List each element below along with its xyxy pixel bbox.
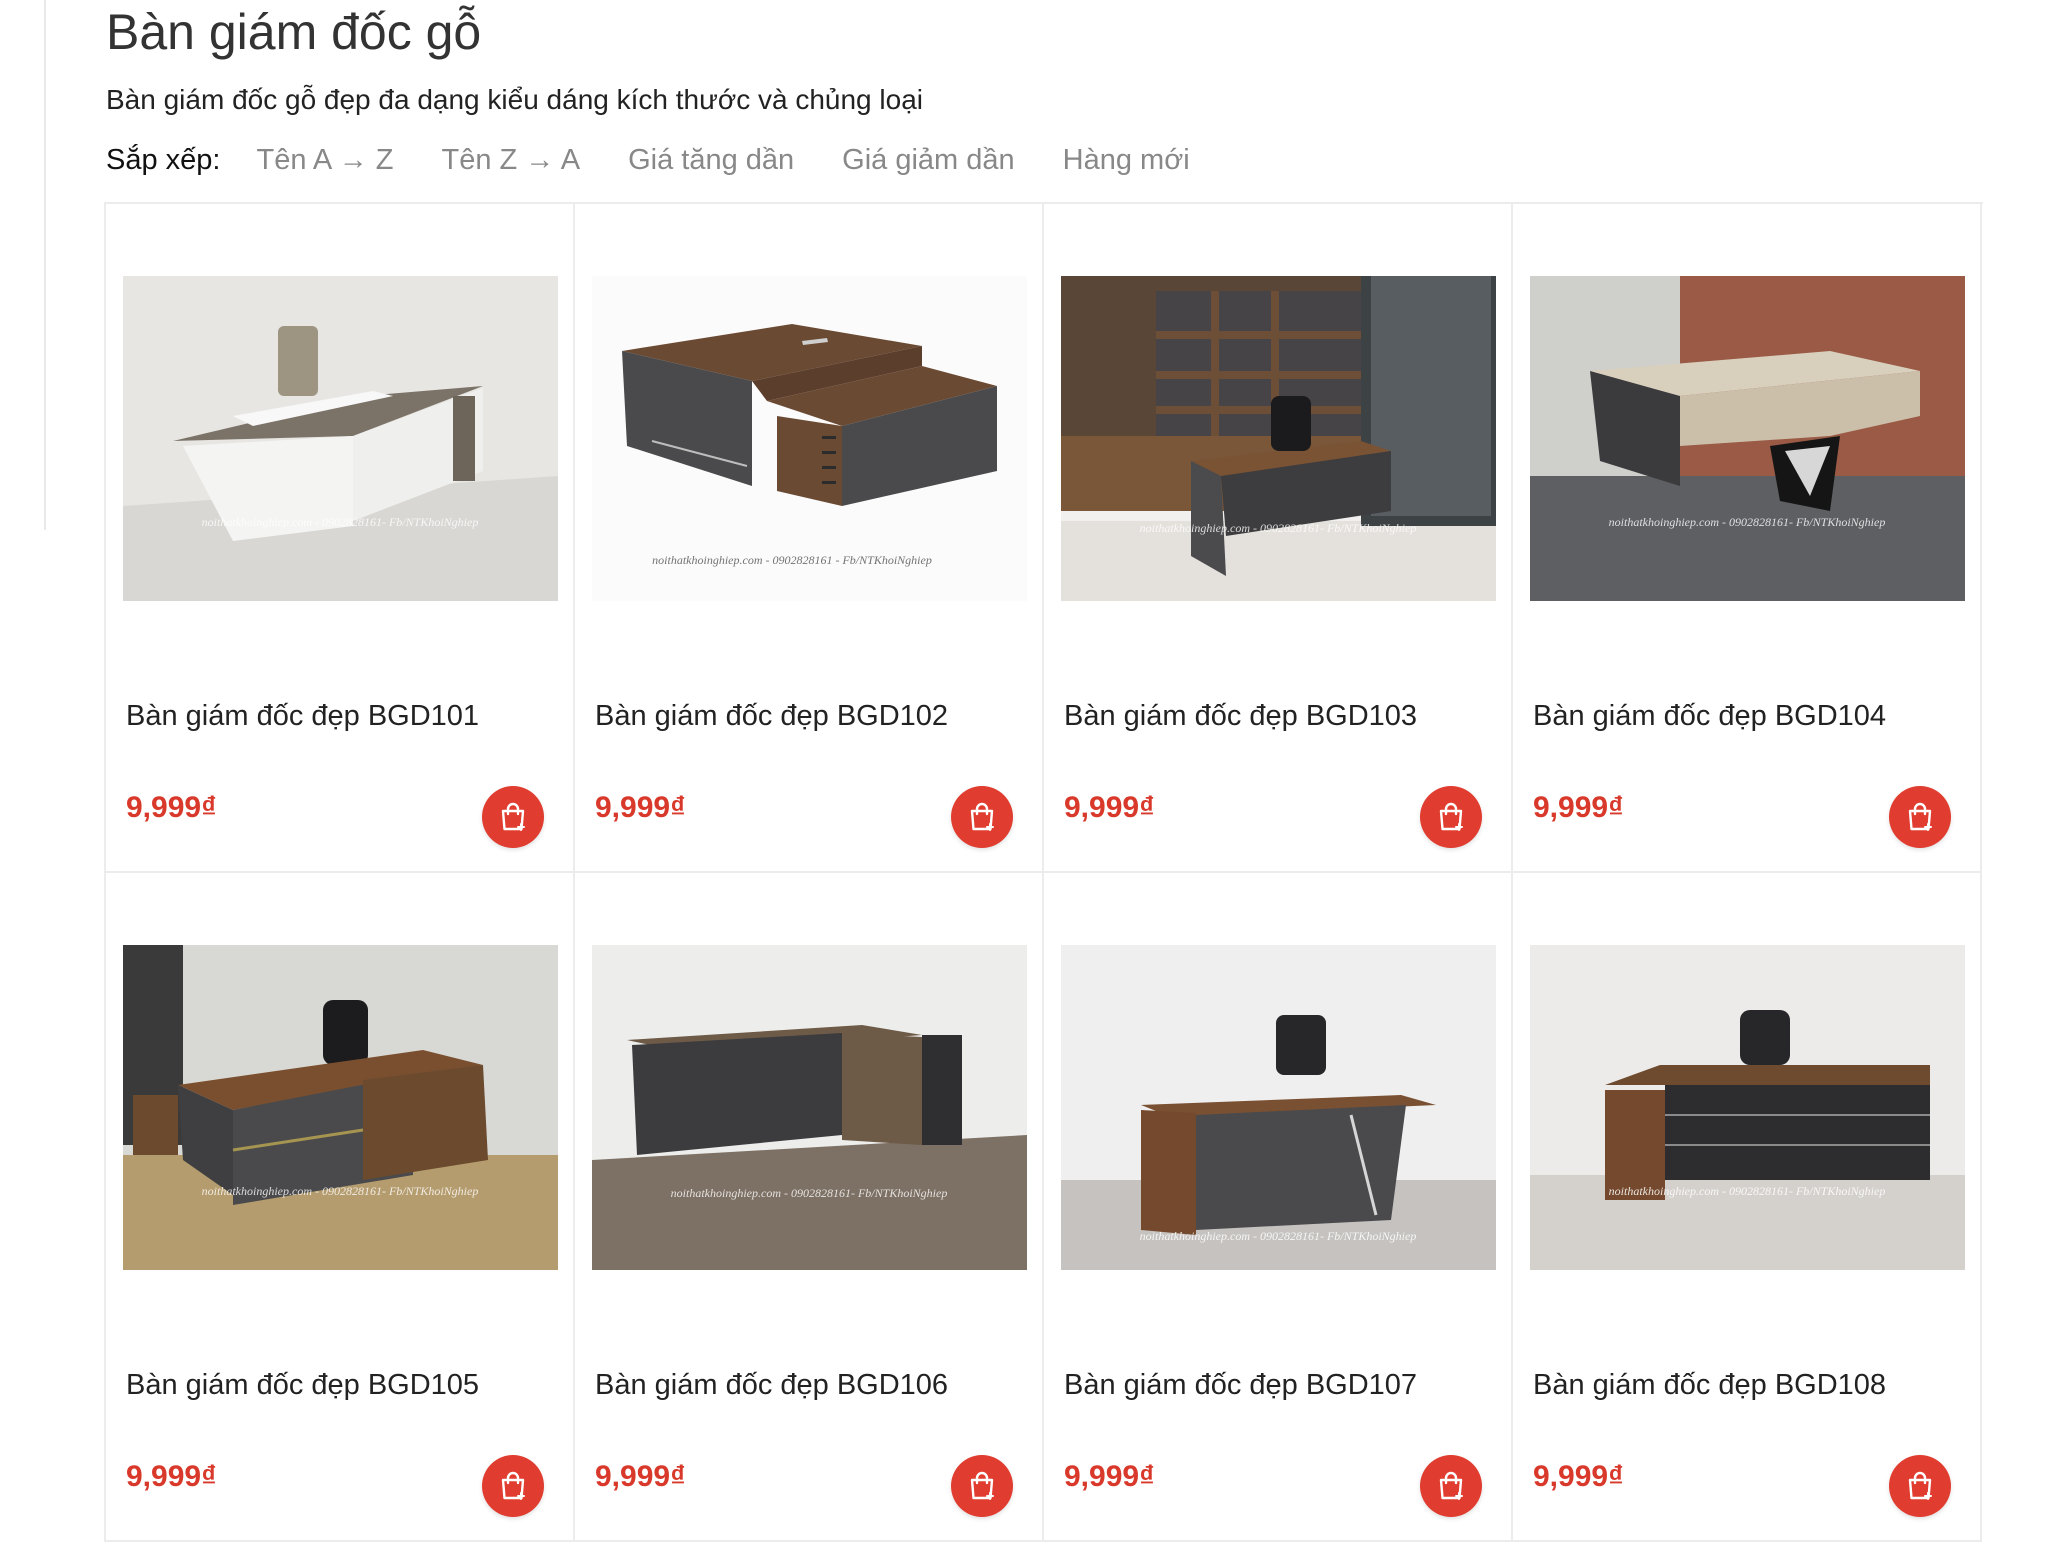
product-grid: noithatkhoinghiep.com - 0902828161- Fb/N… bbox=[104, 202, 1983, 1542]
product-card[interactable]: noithatkhoinghiep.com - 0902828161- Fb/N… bbox=[1044, 873, 1513, 1542]
product-image[interactable]: noithatkhoinghiep.com - 0902828161- Fb/N… bbox=[123, 276, 558, 601]
product-name[interactable]: Bàn giám đốc đẹp BGD101 bbox=[126, 696, 479, 736]
add-to-cart-button[interactable] bbox=[1889, 1455, 1951, 1517]
product-name[interactable]: Bàn giám đốc đẹp BGD105 bbox=[126, 1365, 479, 1405]
product-price: 9,999₫ bbox=[126, 791, 217, 824]
product-price: 9,999₫ bbox=[1064, 1460, 1155, 1493]
image-watermark: noithatkhoinghiep.com - 0902828161- Fb/N… bbox=[202, 515, 479, 529]
sort-price-desc[interactable]: Giá giảm dần bbox=[842, 140, 1015, 180]
shopping-bag-add-icon bbox=[501, 802, 525, 831]
image-watermark: noithatkhoinghiep.com - 0902828161- Fb/N… bbox=[1609, 515, 1886, 529]
product-card[interactable]: noithatkhoinghiep.com - 0902828161- Fb/N… bbox=[106, 204, 575, 873]
sort-bar: Sắp xếp: Tên A → Z Tên Z → A Giá tăng dầ… bbox=[106, 140, 1238, 180]
add-to-cart-button[interactable] bbox=[1889, 786, 1951, 848]
sidebar-divider bbox=[44, 0, 46, 530]
product-image[interactable]: noithatkhoinghiep.com - 0902828161- Fb/N… bbox=[1530, 276, 1965, 601]
sort-label: Sắp xếp: bbox=[106, 144, 221, 176]
product-name[interactable]: Bàn giám đốc đẹp BGD108 bbox=[1533, 1365, 1886, 1405]
product-price: 9,999₫ bbox=[595, 1460, 686, 1493]
sort-name-desc[interactable]: Tên Z → A bbox=[441, 140, 580, 180]
product-name[interactable]: Bàn giám đốc đẹp BGD104 bbox=[1533, 696, 1886, 736]
product-price: 9,999₫ bbox=[1533, 791, 1624, 824]
image-watermark: noithatkhoinghiep.com - 0902828161- Fb/N… bbox=[1609, 1184, 1886, 1198]
add-to-cart-button[interactable] bbox=[951, 786, 1013, 848]
product-price: 9,999₫ bbox=[1064, 791, 1155, 824]
shopping-bag-add-icon bbox=[501, 1471, 525, 1500]
product-name[interactable]: Bàn giám đốc đẹp BGD102 bbox=[595, 696, 948, 736]
product-price: 9,999₫ bbox=[1533, 1460, 1624, 1493]
product-card[interactable]: noithatkhoinghiep.com - 0902828161 - Fb/… bbox=[575, 204, 1044, 873]
image-watermark: noithatkhoinghiep.com - 0902828161- Fb/N… bbox=[1140, 521, 1417, 535]
add-to-cart-button[interactable] bbox=[1420, 1455, 1482, 1517]
product-image[interactable]: noithatkhoinghiep.com - 0902828161 - Fb/… bbox=[592, 276, 1027, 601]
product-card[interactable]: noithatkhoinghiep.com - 0902828161- Fb/N… bbox=[1513, 204, 1982, 873]
shopping-bag-add-icon bbox=[1439, 802, 1463, 831]
image-watermark: noithatkhoinghiep.com - 0902828161 - Fb/… bbox=[652, 553, 932, 567]
product-price: 9,999₫ bbox=[126, 1460, 217, 1493]
add-to-cart-button[interactable] bbox=[482, 1455, 544, 1517]
page-title: Bàn giám đốc gỗ bbox=[106, 4, 482, 60]
product-image[interactable]: noithatkhoinghiep.com - 0902828161- Fb/N… bbox=[592, 945, 1027, 1270]
image-watermark: noithatkhoinghiep.com - 0902828161- Fb/N… bbox=[671, 1186, 948, 1200]
product-name[interactable]: Bàn giám đốc đẹp BGD107 bbox=[1064, 1365, 1417, 1405]
product-image[interactable]: noithatkhoinghiep.com - 0902828161- Fb/N… bbox=[1061, 945, 1496, 1270]
shopping-bag-add-icon bbox=[1908, 802, 1932, 831]
category-description: Bàn giám đốc gỗ đẹp đa dạng kiểu dáng kí… bbox=[106, 84, 923, 115]
product-name[interactable]: Bàn giám đốc đẹp BGD103 bbox=[1064, 696, 1417, 736]
add-to-cart-button[interactable] bbox=[951, 1455, 1013, 1517]
product-card[interactable]: noithatkhoinghiep.com - 0902828161- Fb/N… bbox=[106, 873, 575, 1542]
product-image[interactable]: noithatkhoinghiep.com - 0902828161- Fb/N… bbox=[1530, 945, 1965, 1270]
add-to-cart-button[interactable] bbox=[482, 786, 544, 848]
product-name[interactable]: Bàn giám đốc đẹp BGD106 bbox=[595, 1365, 948, 1405]
product-price: 9,999₫ bbox=[595, 791, 686, 824]
product-image[interactable]: noithatkhoinghiep.com - 0902828161- Fb/N… bbox=[1061, 276, 1496, 601]
product-card[interactable]: noithatkhoinghiep.com - 0902828161- Fb/N… bbox=[1513, 873, 1982, 1542]
product-image[interactable]: noithatkhoinghiep.com - 0902828161- Fb/N… bbox=[123, 945, 558, 1270]
sort-price-asc[interactable]: Giá tăng dần bbox=[628, 140, 794, 180]
shopping-bag-add-icon bbox=[1908, 1471, 1932, 1500]
product-card[interactable]: noithatkhoinghiep.com - 0902828161- Fb/N… bbox=[1044, 204, 1513, 873]
product-card[interactable]: noithatkhoinghiep.com - 0902828161- Fb/N… bbox=[575, 873, 1044, 1542]
sort-newest[interactable]: Hàng mới bbox=[1063, 140, 1190, 180]
shopping-bag-add-icon bbox=[970, 802, 994, 831]
image-watermark: noithatkhoinghiep.com - 0902828161- Fb/N… bbox=[1140, 1229, 1417, 1243]
add-to-cart-button[interactable] bbox=[1420, 786, 1482, 848]
image-watermark: noithatkhoinghiep.com - 0902828161- Fb/N… bbox=[202, 1184, 479, 1198]
sort-name-asc[interactable]: Tên A → Z bbox=[256, 140, 393, 180]
shopping-bag-add-icon bbox=[970, 1471, 994, 1500]
shopping-bag-add-icon bbox=[1439, 1471, 1463, 1500]
